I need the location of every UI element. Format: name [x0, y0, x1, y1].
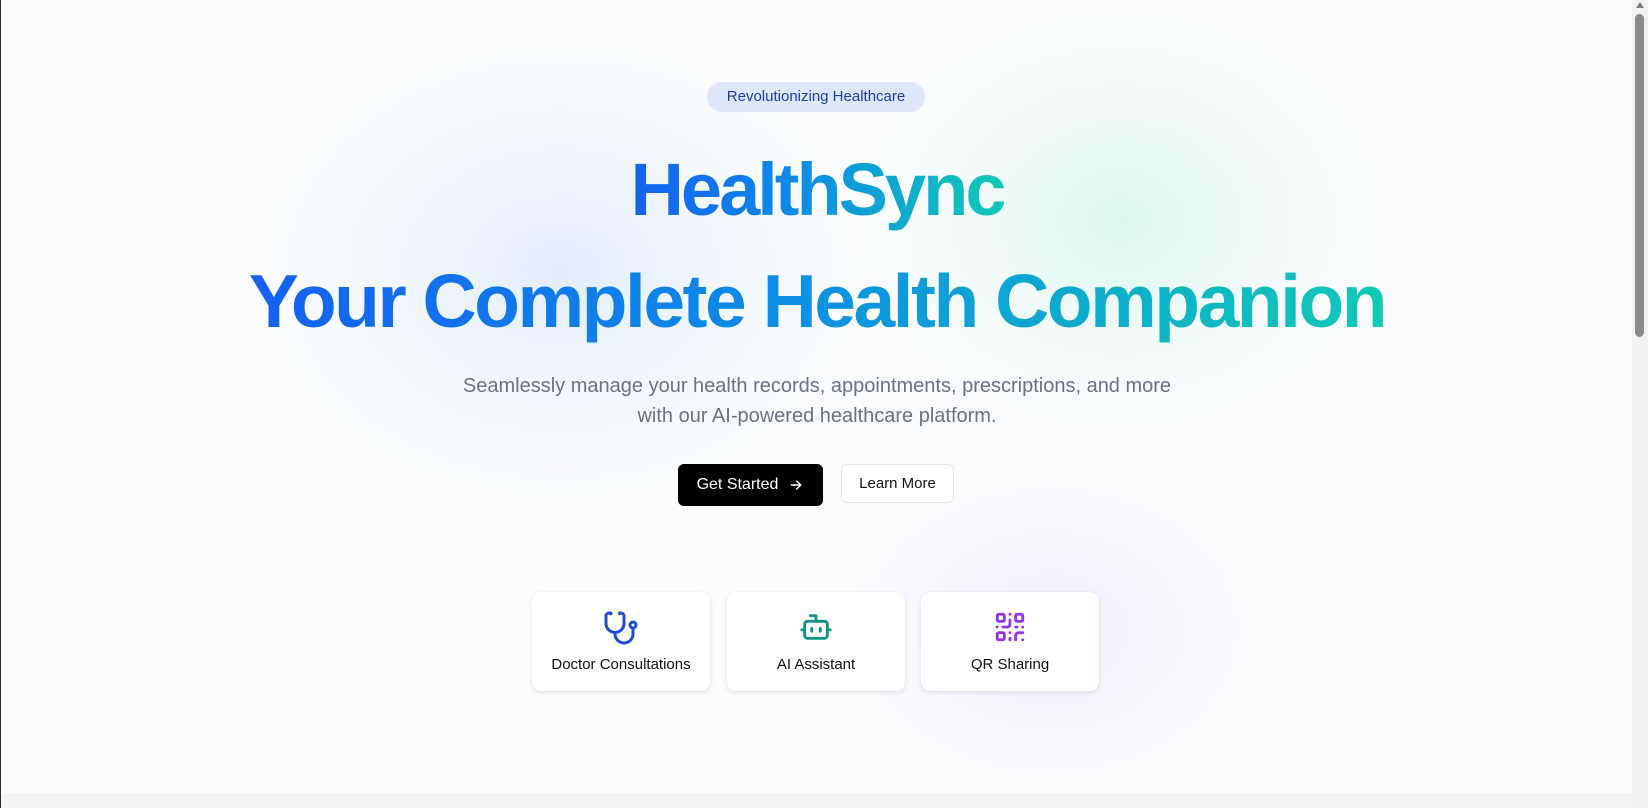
hero-badge: Revolutionizing Healthcare — [707, 82, 925, 112]
hero-subtitle: Seamlessly manage your health records, a… — [417, 371, 1217, 431]
get-started-button[interactable]: Get Started — [678, 464, 823, 506]
learn-more-label: Learn More — [859, 475, 936, 492]
hero-headline-text: Your Complete Health Companion — [248, 259, 1388, 343]
scroll-up-arrow-icon[interactable] — [1636, 2, 1644, 8]
next-section-edge — [1, 793, 1632, 808]
stethoscope-icon — [532, 610, 710, 646]
feature-card-qr-sharing[interactable]: QR Sharing — [921, 592, 1099, 691]
vertical-scrollbar[interactable] — [1632, 0, 1648, 808]
brand-title: HealthSync — [1, 148, 1632, 232]
scrollbar-thumb[interactable] — [1635, 14, 1644, 337]
browser-viewport: Revolutionizing Healthcare HealthSync Yo… — [0, 0, 1632, 808]
hero-subtitle-line-2: with our AI-powered healthcare platform. — [637, 405, 997, 427]
hero-section: Revolutionizing Healthcare HealthSync Yo… — [1, 0, 1632, 793]
arrow-right-icon — [788, 477, 804, 493]
feature-card-ai-assistant[interactable]: AI Assistant — [727, 592, 905, 691]
feature-card-label: AI Assistant — [776, 656, 856, 673]
learn-more-button[interactable]: Learn More — [841, 464, 954, 503]
brand-title-text: HealthSync — [630, 148, 1006, 231]
get-started-label: Get Started — [696, 476, 779, 493]
feature-card-doctor-consultations[interactable]: Doctor Consultations — [532, 592, 710, 691]
bot-icon — [727, 610, 905, 646]
qr-code-icon — [921, 610, 1099, 646]
hero-headline: Your Complete Health Companion — [1, 258, 1632, 344]
feature-card-label: QR Sharing — [970, 656, 1050, 673]
feature-card-label: Doctor Consultations — [551, 656, 691, 673]
hero-subtitle-line-1: Seamlessly manage your health records, a… — [462, 375, 1172, 397]
